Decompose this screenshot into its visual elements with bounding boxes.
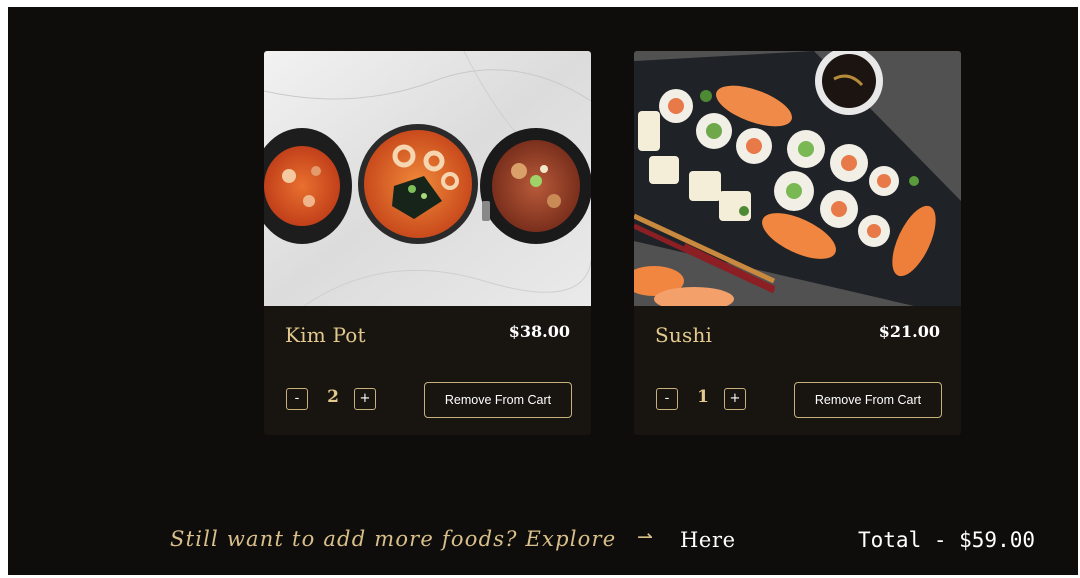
item-name: Kim Pot — [285, 323, 366, 347]
cart-page: Kim Pot $38.00 - 2 + Remove From Cart Su… — [8, 7, 1078, 575]
explore-prompt-text: Still want to add more foods? Explore — [170, 527, 617, 551]
decrease-quantity-button[interactable]: - — [286, 388, 308, 410]
cart-item-card: Sushi $21.00 - 1 + Remove From Cart — [634, 51, 961, 435]
arrow-right-icon: ⇀ — [637, 526, 653, 548]
increase-quantity-button[interactable]: + — [354, 388, 376, 410]
remove-from-cart-button[interactable]: Remove From Cart — [794, 382, 942, 418]
food-image-kim-pot — [264, 51, 591, 306]
item-price: $38.00 — [508, 322, 570, 341]
explore-here-link[interactable]: Here — [680, 528, 736, 552]
food-image-sushi — [634, 51, 961, 306]
item-price: $21.00 — [878, 322, 940, 341]
remove-from-cart-button[interactable]: Remove From Cart — [424, 382, 572, 418]
cart-item-card: Kim Pot $38.00 - 2 + Remove From Cart — [264, 51, 591, 435]
quantity-value: 2 — [327, 387, 339, 407]
cart-total: Total - $59.00 — [858, 528, 1036, 552]
increase-quantity-button[interactable]: + — [724, 388, 746, 410]
decrease-quantity-button[interactable]: - — [656, 388, 678, 410]
quantity-value: 1 — [697, 387, 709, 407]
item-name: Sushi — [655, 323, 713, 347]
